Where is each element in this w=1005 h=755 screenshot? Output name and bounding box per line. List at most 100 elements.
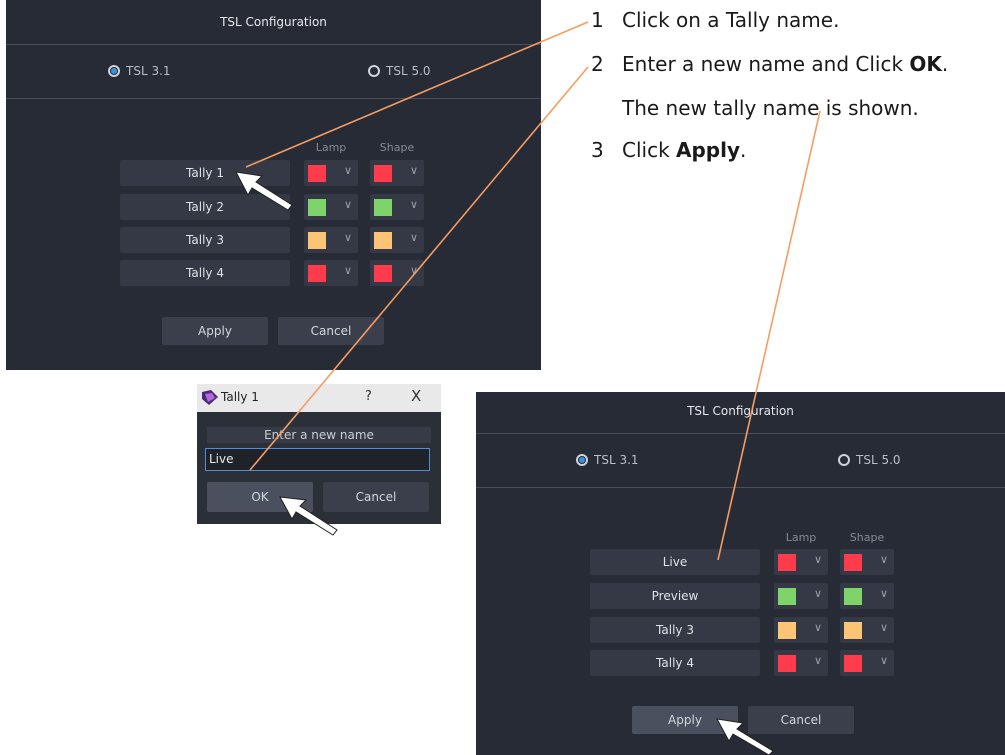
shape-color-picker-1[interactable]: ∨ — [370, 160, 424, 186]
lamp-header: Lamp — [785, 531, 817, 544]
lamp-color-picker-1[interactable]: ∨ — [304, 160, 358, 186]
chevron-down-icon: ∨ — [343, 231, 352, 244]
shape-header: Shape — [379, 141, 415, 154]
tally-name-button-1[interactable]: Tally 1 — [120, 160, 290, 186]
title-divider — [6, 44, 541, 45]
radio-divider — [476, 487, 1005, 488]
radio-label: TSL 3.1 — [594, 453, 639, 467]
title-divider — [476, 433, 1005, 434]
radio-unselected-icon — [368, 65, 380, 77]
tsl-config-panel-before: TSL Configuration TSL 3.1 TSL 5.0 Lamp S… — [6, 0, 541, 370]
color-swatch — [374, 165, 392, 182]
lamp-color-picker-2[interactable]: ∨ — [774, 583, 828, 609]
chevron-down-icon: ∨ — [409, 231, 418, 244]
tally-name-button-3[interactable]: Tally 3 — [120, 227, 290, 253]
apply-button[interactable]: Apply — [162, 317, 268, 345]
app-icon — [202, 390, 218, 405]
lamp-color-picker-4[interactable]: ∨ — [304, 260, 358, 286]
radio-tsl-50[interactable]: TSL 5.0 — [838, 453, 901, 467]
radio-selected-icon — [108, 65, 120, 77]
dialog-titlebar: Tally 1 ? X — [197, 384, 441, 412]
apply-button[interactable]: Apply — [632, 706, 738, 734]
panel-title: TSL Configuration — [220, 15, 327, 29]
color-swatch — [308, 199, 326, 216]
color-swatch — [844, 588, 862, 605]
shape-color-picker-2[interactable]: ∨ — [370, 194, 424, 220]
chevron-down-icon: ∨ — [343, 198, 352, 211]
radio-unselected-icon — [838, 454, 850, 466]
tally-name-button-2[interactable]: Preview — [590, 583, 760, 609]
color-swatch — [844, 554, 862, 571]
color-swatch — [844, 622, 862, 639]
help-icon[interactable]: ? — [365, 389, 372, 404]
dialog-title: Tally 1 — [221, 390, 259, 404]
lamp-color-picker-3[interactable]: ∨ — [774, 617, 828, 643]
step-2-text-c: . — [941, 52, 949, 76]
cancel-button[interactable]: Cancel — [278, 317, 384, 345]
step-2-text-bold: OK — [909, 52, 942, 76]
chevron-down-icon: ∨ — [409, 198, 418, 211]
lamp-color-picker-2[interactable]: ∨ — [304, 194, 358, 220]
tally-name-button-1[interactable]: Live — [590, 549, 760, 575]
chevron-down-icon: ∨ — [343, 164, 352, 177]
step-1-text: Click on a Tally name. — [622, 8, 840, 32]
chevron-down-icon: ∨ — [813, 654, 822, 667]
radio-tsl-50[interactable]: TSL 5.0 — [368, 64, 431, 78]
chevron-down-icon: ∨ — [813, 587, 822, 600]
step-3-number: 3 — [591, 138, 604, 162]
lamp-color-picker-3[interactable]: ∨ — [304, 227, 358, 253]
radio-selected-icon — [576, 454, 588, 466]
step-1-number: 1 — [591, 8, 604, 32]
chevron-down-icon: ∨ — [813, 553, 822, 566]
color-swatch — [308, 165, 326, 182]
chevron-down-icon: ∨ — [879, 587, 888, 600]
ok-button[interactable]: OK — [207, 482, 313, 512]
tally-name-button-4[interactable]: Tally 4 — [120, 260, 290, 286]
color-swatch — [308, 232, 326, 249]
step-3-text-c: . — [740, 138, 747, 162]
rename-tally-dialog: Tally 1 ? X Enter a new name Live OK Can… — [197, 384, 441, 524]
shape-color-picker-3[interactable]: ∨ — [840, 617, 894, 643]
tally-name-button-4[interactable]: Tally 4 — [590, 650, 760, 676]
radio-tsl-31[interactable]: TSL 3.1 — [576, 453, 639, 467]
dialog-prompt: Enter a new name — [207, 427, 431, 443]
lamp-header: Lamp — [315, 141, 347, 154]
shape-color-picker-3[interactable]: ∨ — [370, 227, 424, 253]
shape-color-picker-4[interactable]: ∨ — [370, 260, 424, 286]
cancel-button[interactable]: Cancel — [748, 706, 854, 734]
shape-color-picker-4[interactable]: ∨ — [840, 650, 894, 676]
lamp-color-picker-4[interactable]: ∨ — [774, 650, 828, 676]
color-swatch — [778, 655, 796, 672]
color-swatch — [778, 554, 796, 571]
chevron-down-icon: ∨ — [879, 553, 888, 566]
step-3-text-bold: Apply — [676, 138, 741, 162]
shape-color-picker-2[interactable]: ∨ — [840, 583, 894, 609]
lamp-color-picker-1[interactable]: ∨ — [774, 549, 828, 575]
color-swatch — [778, 622, 796, 639]
radio-label: TSL 3.1 — [126, 64, 171, 78]
shape-header: Shape — [849, 531, 885, 544]
tally-name-button-3[interactable]: Tally 3 — [590, 617, 760, 643]
step-2-number: 2 — [591, 52, 604, 76]
radio-divider — [6, 98, 541, 99]
tally-name-button-2[interactable]: Tally 2 — [120, 194, 290, 220]
chevron-down-icon: ∨ — [409, 264, 418, 277]
step-2-text-a: Enter a new name and Click — [622, 52, 910, 76]
color-swatch — [778, 588, 796, 605]
tally-name-input[interactable]: Live — [205, 448, 430, 471]
chevron-down-icon: ∨ — [879, 654, 888, 667]
color-swatch — [308, 265, 326, 282]
panel-title: TSL Configuration — [687, 404, 794, 418]
tsl-config-panel-after: TSL Configuration TSL 3.1 TSL 5.0 Lamp S… — [476, 392, 1005, 755]
radio-label: TSL 5.0 — [386, 64, 431, 78]
color-swatch — [374, 232, 392, 249]
step-2-note: The new tally name is shown. — [622, 96, 919, 120]
color-swatch — [374, 199, 392, 216]
shape-color-picker-1[interactable]: ∨ — [840, 549, 894, 575]
radio-tsl-31[interactable]: TSL 3.1 — [108, 64, 171, 78]
color-swatch — [844, 655, 862, 672]
color-swatch — [374, 265, 392, 282]
dialog-cancel-button[interactable]: Cancel — [323, 482, 429, 512]
step-2-text: Enter a new name and Click OK. — [622, 52, 948, 76]
close-icon[interactable]: X — [411, 387, 421, 405]
